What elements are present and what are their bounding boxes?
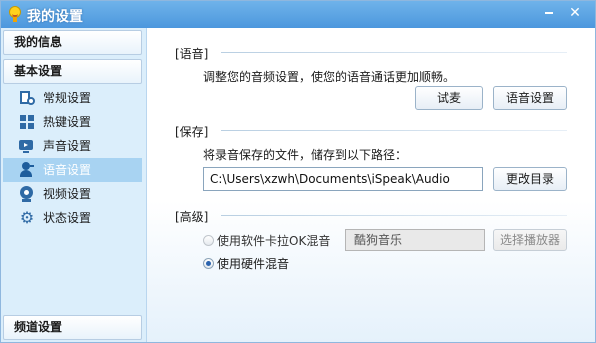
- voice-settings-button[interactable]: 语音设置: [493, 86, 567, 110]
- close-button[interactable]: ✕: [565, 4, 585, 22]
- radio-checked-icon: [203, 258, 214, 269]
- section-divider: [221, 130, 567, 131]
- sidebar-header-my-info[interactable]: 我的信息: [3, 30, 142, 55]
- sidebar-item-hotkey[interactable]: 热键设置: [3, 110, 142, 134]
- section-divider: [221, 52, 567, 53]
- gear-icon: ⚙: [19, 208, 35, 227]
- sidebar-item-label: 状态设置: [43, 211, 92, 225]
- sidebar-item-label: 语音设置: [43, 163, 92, 177]
- window-title: 我的设置: [27, 9, 83, 25]
- title-bar[interactable]: 我的设置 ✕: [1, 1, 595, 29]
- settings-content: [语音] 调整您的音频设置，使您的语音通话更加顺畅。 试麦 语音设置 [保存] …: [147, 28, 595, 342]
- hardware-mix-label: 使用硬件混音: [217, 257, 290, 271]
- sidebar-item-label: 热键设置: [43, 115, 92, 129]
- sidebar-item-video[interactable]: 视频设置: [3, 182, 142, 206]
- general-settings-icon: [19, 90, 35, 106]
- voice-description: 调整您的音频设置，使您的语音通话更加顺畅。: [203, 70, 456, 84]
- test-mic-button[interactable]: 试麦: [415, 86, 483, 110]
- sidebar-item-label: 声音设置: [43, 139, 92, 153]
- sidebar-header-channel-settings[interactable]: 频道设置: [3, 315, 142, 340]
- sidebar-item-sound[interactable]: 声音设置: [3, 134, 142, 158]
- section-title-voice: [语音]: [175, 47, 209, 61]
- radio-unchecked-icon: [203, 235, 214, 246]
- sidebar-item-general[interactable]: 常规设置: [3, 86, 142, 110]
- webcam-icon: [19, 186, 35, 202]
- sidebar-item-status[interactable]: ⚙ 状态设置: [3, 206, 142, 230]
- minimize-button[interactable]: [539, 4, 559, 22]
- minimize-icon: [545, 11, 553, 14]
- section-title-advanced: [高级]: [175, 210, 209, 224]
- settings-window: 我的设置 ✕ 我的信息 基本设置 常规设置 热键设置 声音设置 语音设置 视频设…: [0, 0, 596, 343]
- save-path-input[interactable]: C:\Users\xzwh\Documents\iSpeak\Audio: [203, 167, 483, 191]
- hotkey-icon: [19, 114, 35, 130]
- sound-icon: [19, 138, 35, 154]
- section-title-save: [保存]: [175, 125, 209, 139]
- sidebar-item-label: 常规设置: [43, 91, 92, 105]
- software-mix-radio[interactable]: 使用软件卡拉OK混音: [203, 232, 330, 249]
- select-player-button: 选择播放器: [493, 229, 567, 251]
- sidebar-item-label: 视频设置: [43, 187, 92, 201]
- close-icon: ✕: [569, 5, 581, 21]
- voice-user-icon: [19, 162, 35, 178]
- player-input: 酷狗音乐: [345, 229, 485, 251]
- settings-sidebar: 我的信息 基本设置 常规设置 热键设置 声音设置 语音设置 视频设置 ⚙ 状态设…: [1, 28, 147, 342]
- app-logo-icon: [8, 6, 22, 22]
- save-description: 将录音保存的文件，储存到以下路径：: [203, 148, 408, 162]
- sidebar-item-voice[interactable]: 语音设置: [3, 158, 142, 182]
- change-directory-button[interactable]: 更改目录: [493, 167, 567, 191]
- hardware-mix-radio[interactable]: 使用硬件混音: [203, 255, 289, 272]
- section-divider: [221, 215, 567, 216]
- sidebar-header-basic-settings[interactable]: 基本设置: [3, 59, 142, 84]
- software-mix-label: 使用软件卡拉OK混音: [217, 234, 331, 248]
